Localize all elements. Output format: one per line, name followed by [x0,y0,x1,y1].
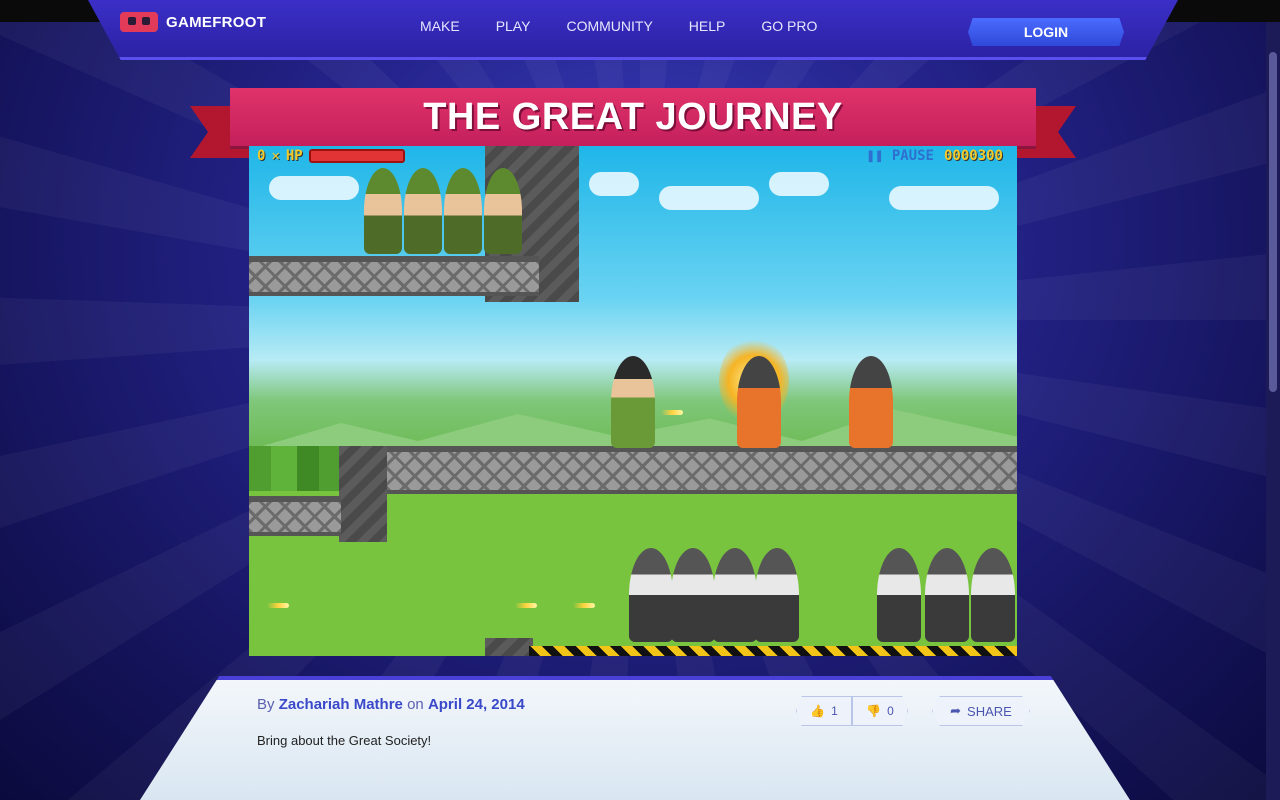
scrollbar-thumb[interactable] [1269,52,1277,392]
pause-button[interactable]: ❚❚ PAUSE [867,148,934,164]
skeleton-soldier-sprite [877,548,921,642]
enemy-gasmask-sprite [849,356,893,448]
soldier-sprite [364,168,402,254]
cloud [659,186,759,210]
pause-icon: ❚❚ [866,148,892,164]
enemy-gasmask-sprite [737,356,781,448]
soldier-sprite [484,168,522,254]
skeleton-soldier-sprite [925,548,969,642]
hud-right: ❚❚ PAUSE 0000300 [867,148,1003,164]
cloud [769,172,829,196]
bullet [515,603,537,608]
cloud [889,186,999,210]
soldier-sprite [444,168,482,254]
dislike-button[interactable]: 👎 0 [852,696,908,726]
scrollbar[interactable] [1266,22,1280,800]
girder-platform [387,446,1017,494]
main-menu: MAKE PLAY COMMUNITY HELP GO PRO [420,18,817,34]
nav-community[interactable]: COMMUNITY [566,18,652,34]
cloud [269,176,359,200]
like-button[interactable]: 👍 1 [796,696,852,726]
lives-count: 0 [257,148,266,164]
brand-logo[interactable]: GAMEFROOT [120,12,266,32]
skeleton-soldier-sprite [671,548,715,642]
byline: By Zachariah Mathre on April 24, 2014 [257,696,525,713]
login-button[interactable]: LOGIN [968,18,1124,46]
hero-sprite [611,356,655,448]
game-canvas[interactable]: 0 ✕ HP ❚❚ PAUSE 0000300 [249,146,1017,656]
publish-date: April 24, 2014 [427,696,525,713]
vote-group: 👍 1 👎 0 [796,696,908,726]
score: 0000300 [943,148,1003,164]
rock-block [485,638,533,656]
author-link[interactable]: Zachariah Mathre [279,696,403,713]
skeleton-soldier-sprite [629,548,673,642]
nav-play[interactable]: PLAY [496,18,531,34]
game-description: Bring about the Great Society! [257,733,432,748]
thumbs-up-icon: 👍 [810,704,826,718]
hud-left: 0 ✕ HP [257,148,405,164]
soldier-sprite [404,168,442,254]
byline-by: By [257,696,275,713]
share-label: SHARE [967,703,1012,719]
skeleton-soldier-sprite [755,548,799,642]
game-title: THE GREAT JOURNEY [423,95,843,138]
skeleton-soldier-sprite [971,548,1015,642]
share-arrow-icon: ➦ [950,703,962,718]
skeleton-soldier-sprite [713,548,757,642]
hp-label: HP [285,148,303,164]
bullet [573,603,595,608]
bullet [267,603,289,608]
hp-bar [308,149,405,163]
brand-name: GAMEFROOT [166,13,267,31]
hazard-stripe [529,646,1017,656]
pause-label: PAUSE [891,148,934,164]
rock-pillar [339,446,387,542]
gamefroot-logo-icon [120,12,158,32]
hud-multiply-icon: ✕ [271,148,280,164]
byline-on: on [407,696,424,713]
nav-go-pro[interactable]: GO PRO [761,18,817,34]
nav-make[interactable]: MAKE [420,18,460,34]
girder-platform [249,256,539,296]
girder-platform [249,496,341,536]
share-button[interactable]: ➦ SHARE [932,696,1030,726]
title-ribbon: THE GREAT JOURNEY [230,88,1036,146]
thumbs-down-icon: 👎 [866,704,882,718]
like-count: 1 [831,704,838,718]
nav-help[interactable]: HELP [689,18,726,34]
cloud [589,172,639,196]
bullet [661,410,683,415]
dislike-count: 0 [887,704,894,718]
